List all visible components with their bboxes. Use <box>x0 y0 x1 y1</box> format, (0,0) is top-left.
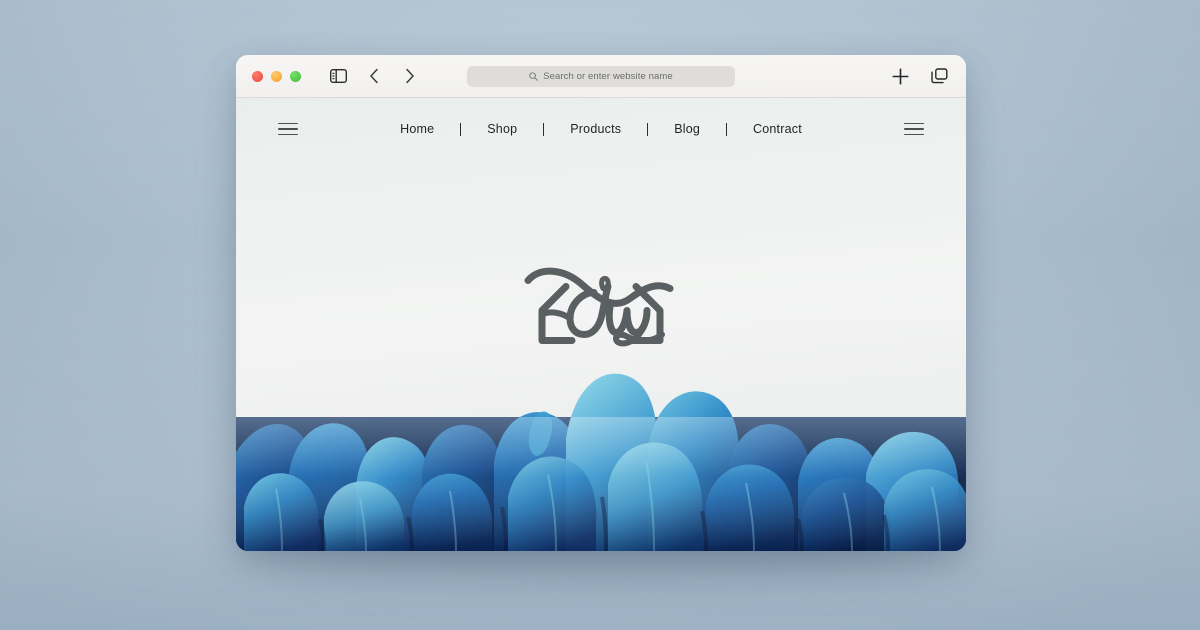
back-icon[interactable] <box>363 65 385 87</box>
address-bar[interactable]: Search or enter website name <box>467 65 735 87</box>
browser-window: Search or enter website name Home Shop P… <box>236 55 966 551</box>
tab-overview-icon[interactable] <box>928 65 950 87</box>
site-navigation: Home Shop Products Blog Contract <box>236 98 966 160</box>
hero-section <box>236 160 966 551</box>
hamburger-menu-icon-right[interactable] <box>903 122 924 136</box>
forward-icon[interactable] <box>399 65 421 87</box>
nav-link-home[interactable]: Home <box>374 122 460 136</box>
address-bar-placeholder: Search or enter website name <box>543 70 673 82</box>
nav-link-products[interactable]: Products <box>544 122 647 136</box>
new-tab-icon[interactable] <box>889 65 911 87</box>
sidebar-toggle-icon[interactable] <box>327 65 349 87</box>
blue-flower-petals-photo <box>236 321 966 551</box>
website-page: Home Shop Products Blog Contract <box>236 98 966 551</box>
traffic-lights <box>252 70 301 82</box>
nav-links: Home Shop Products Blog Contract <box>374 122 828 136</box>
close-window-button[interactable] <box>252 70 263 82</box>
toolbar-left-icons <box>327 65 421 87</box>
browser-toolbar: Search or enter website name <box>236 55 966 98</box>
nav-link-contract[interactable]: Contract <box>727 122 828 136</box>
minimize-window-button[interactable] <box>271 70 282 82</box>
nav-link-blog[interactable]: Blog <box>648 122 726 136</box>
search-icon <box>529 71 538 81</box>
hamburger-menu-icon-left[interactable] <box>278 122 298 136</box>
toolbar-right-icons <box>889 65 950 87</box>
scene-backdrop: Search or enter website name Home Shop P… <box>0 0 1200 630</box>
nav-link-shop[interactable]: Shop <box>461 122 543 136</box>
maximize-window-button[interactable] <box>290 70 301 82</box>
